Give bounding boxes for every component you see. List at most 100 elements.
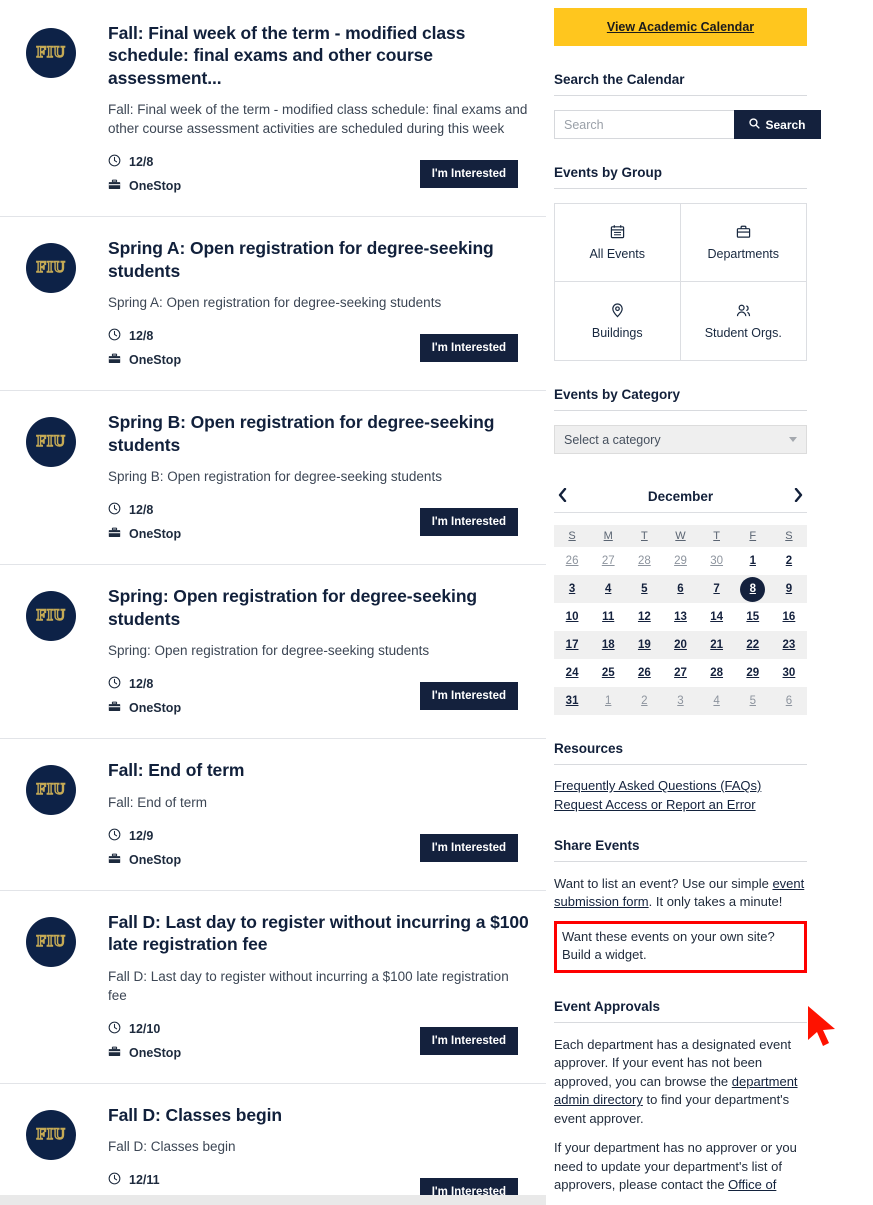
calendar-prev-button[interactable] (554, 487, 571, 505)
calendar-day-number: 10 (565, 611, 579, 623)
calendar-day[interactable]: 9 (770, 575, 807, 603)
calendar-day[interactable]: 30 (771, 659, 807, 687)
calendar-day[interactable]: 2 (771, 547, 807, 575)
share-events-text-pre: Want to list an event? Use our simple (554, 876, 773, 891)
resource-link[interactable]: Frequently Asked Questions (FAQs) (554, 778, 807, 793)
im-interested-button[interactable]: I'm Interested (419, 682, 518, 711)
events-by-group-cell-student-orgs[interactable]: Student Orgs. (681, 282, 807, 360)
calendar-day[interactable]: 30 (699, 547, 735, 575)
calendar-day-number: 26 (637, 667, 651, 679)
calendar-day[interactable]: 7 (698, 575, 735, 603)
calendar-day[interactable]: 19 (626, 631, 663, 659)
resource-link[interactable]: Request Access or Report an Error (554, 797, 807, 812)
calendar-day[interactable]: 1 (590, 687, 627, 715)
office-of-link[interactable]: Office of (728, 1177, 776, 1192)
calendar-day[interactable]: 26 (554, 547, 590, 575)
category-select[interactable]: Select a category (554, 425, 807, 454)
search-button[interactable]: Search (734, 110, 821, 139)
calendar-day[interactable]: 13 (662, 603, 698, 631)
event-title[interactable]: Spring: Open registration for degree-see… (108, 585, 530, 630)
calendar-weekday: M (590, 525, 627, 547)
calendar-day[interactable]: 5 (626, 575, 663, 603)
build-a-widget-link[interactable]: Build a widget (562, 947, 643, 962)
calendar-day[interactable]: 27 (590, 547, 626, 575)
share-events-section: Share Events Want to list an event? Use … (554, 838, 807, 973)
event-body: Fall D: Classes begin Fall D: Classes beg… (108, 1104, 530, 1205)
calendar-day[interactable]: 26 (626, 659, 662, 687)
calendar-day[interactable]: 28 (699, 659, 735, 687)
event-card[interactable]: FIU Fall: Final week of the term - modifi… (0, 0, 546, 218)
calendar-day[interactable]: 18 (590, 631, 627, 659)
calendar-day-number: 29 (746, 667, 760, 679)
calendar-day[interactable]: 6 (662, 575, 699, 603)
calendar-day[interactable]: 16 (771, 603, 807, 631)
event-body: Fall D: Last day to register without inc… (108, 911, 530, 1061)
event-card[interactable]: FIU Fall: End of term Fall: End of term 12/… (0, 739, 546, 891)
event-title[interactable]: Fall D: Classes begin (108, 1104, 530, 1126)
calendar-day[interactable]: 3 (554, 575, 591, 603)
group-cell-label: All Events (589, 247, 646, 261)
event-title[interactable]: Spring B: Open registration for degree-s… (108, 411, 530, 456)
calendar-day-today[interactable]: 8 (734, 575, 771, 603)
event-group-row: OneStop (108, 352, 181, 368)
calendar-day-number: 1 (749, 555, 756, 567)
search-input[interactable] (554, 110, 734, 139)
calendar-weekday-row: SMTWTFS (554, 525, 807, 547)
calendar-day[interactable]: 4 (590, 575, 627, 603)
event-approvals-section: Event Approvals Each department has a de… (554, 999, 807, 1195)
calendar-day[interactable]: 11 (590, 603, 626, 631)
event-date: 12/11 (129, 1173, 160, 1188)
event-footer: 12/8 OneStop I'm Interested (108, 328, 530, 368)
calendar-day-number: 13 (674, 611, 687, 623)
event-footer: 12/8 OneStop I'm Interested (108, 502, 530, 542)
calendar-day[interactable]: 14 (699, 603, 735, 631)
im-interested-button[interactable]: I'm Interested (419, 160, 518, 189)
event-body: Spring A: Open registration for degree-s… (108, 237, 530, 368)
calendar-day[interactable]: 2 (626, 687, 663, 715)
im-interested-button[interactable]: I'm Interested (419, 833, 518, 862)
search-button-label: Search (765, 117, 806, 132)
calendar-day[interactable]: 29 (735, 659, 771, 687)
event-title[interactable]: Fall: End of term (108, 759, 530, 781)
calendar-day[interactable]: 4 (698, 687, 735, 715)
calendar-next-button[interactable] (790, 487, 807, 505)
calendar-day[interactable]: 1 (735, 547, 771, 575)
event-card[interactable]: FIU Spring: Open registration for degree-… (0, 565, 546, 740)
im-interested-button[interactable]: I'm Interested (419, 1026, 518, 1055)
event-card[interactable]: FIU Fall D: Last day to register without … (0, 891, 546, 1084)
calendar-day[interactable]: 21 (698, 631, 735, 659)
calendar-day[interactable]: 25 (590, 659, 626, 687)
event-title[interactable]: Fall: Final week of the term - modified … (108, 22, 530, 89)
event-title[interactable]: Spring A: Open registration for degree-s… (108, 237, 530, 282)
calendar-day[interactable]: 29 (662, 547, 698, 575)
view-academic-calendar-button[interactable]: View Academic Calendar (554, 8, 807, 46)
event-title[interactable]: Fall D: Last day to register without inc… (108, 911, 530, 956)
calendar-day[interactable]: 17 (554, 631, 591, 659)
calendar-day[interactable]: 20 (662, 631, 699, 659)
calendar-day[interactable]: 15 (735, 603, 771, 631)
im-interested-button[interactable]: I'm Interested (419, 334, 518, 363)
event-card[interactable]: FIU Spring A: Open registration for degre… (0, 217, 546, 392)
events-by-group-grid: All Events Departments Buildings Student Or… (554, 203, 807, 361)
calendar-day[interactable]: 10 (554, 603, 590, 631)
calendar-day[interactable]: 3 (662, 687, 699, 715)
events-by-group-cell-buildings[interactable]: Buildings (555, 282, 681, 360)
calendar-day[interactable]: 31 (554, 687, 591, 715)
calendar-day[interactable]: 22 (734, 631, 771, 659)
calendar-day[interactable]: 27 (662, 659, 698, 687)
calendar-day[interactable]: 5 (734, 687, 771, 715)
calendar-day[interactable]: 28 (626, 547, 662, 575)
event-card[interactable]: FIU Fall D: Classes begin Fall D: Classes … (0, 1084, 546, 1205)
events-by-group-cell-all-events[interactable]: All Events (555, 204, 681, 282)
events-by-category-heading: Events by Category (554, 387, 807, 411)
calendar-day-number: 30 (710, 555, 724, 567)
resources-heading: Resources (554, 741, 807, 765)
calendar-day[interactable]: 24 (554, 659, 590, 687)
sidebar-bottom-fade (546, 1191, 873, 1205)
calendar-day[interactable]: 6 (770, 687, 807, 715)
calendar-day[interactable]: 12 (626, 603, 662, 631)
events-by-group-cell-departments[interactable]: Departments (680, 204, 806, 282)
event-card[interactable]: FIU Spring B: Open registration for degre… (0, 391, 546, 566)
calendar-day[interactable]: 23 (770, 631, 807, 659)
im-interested-button[interactable]: I'm Interested (419, 508, 518, 537)
